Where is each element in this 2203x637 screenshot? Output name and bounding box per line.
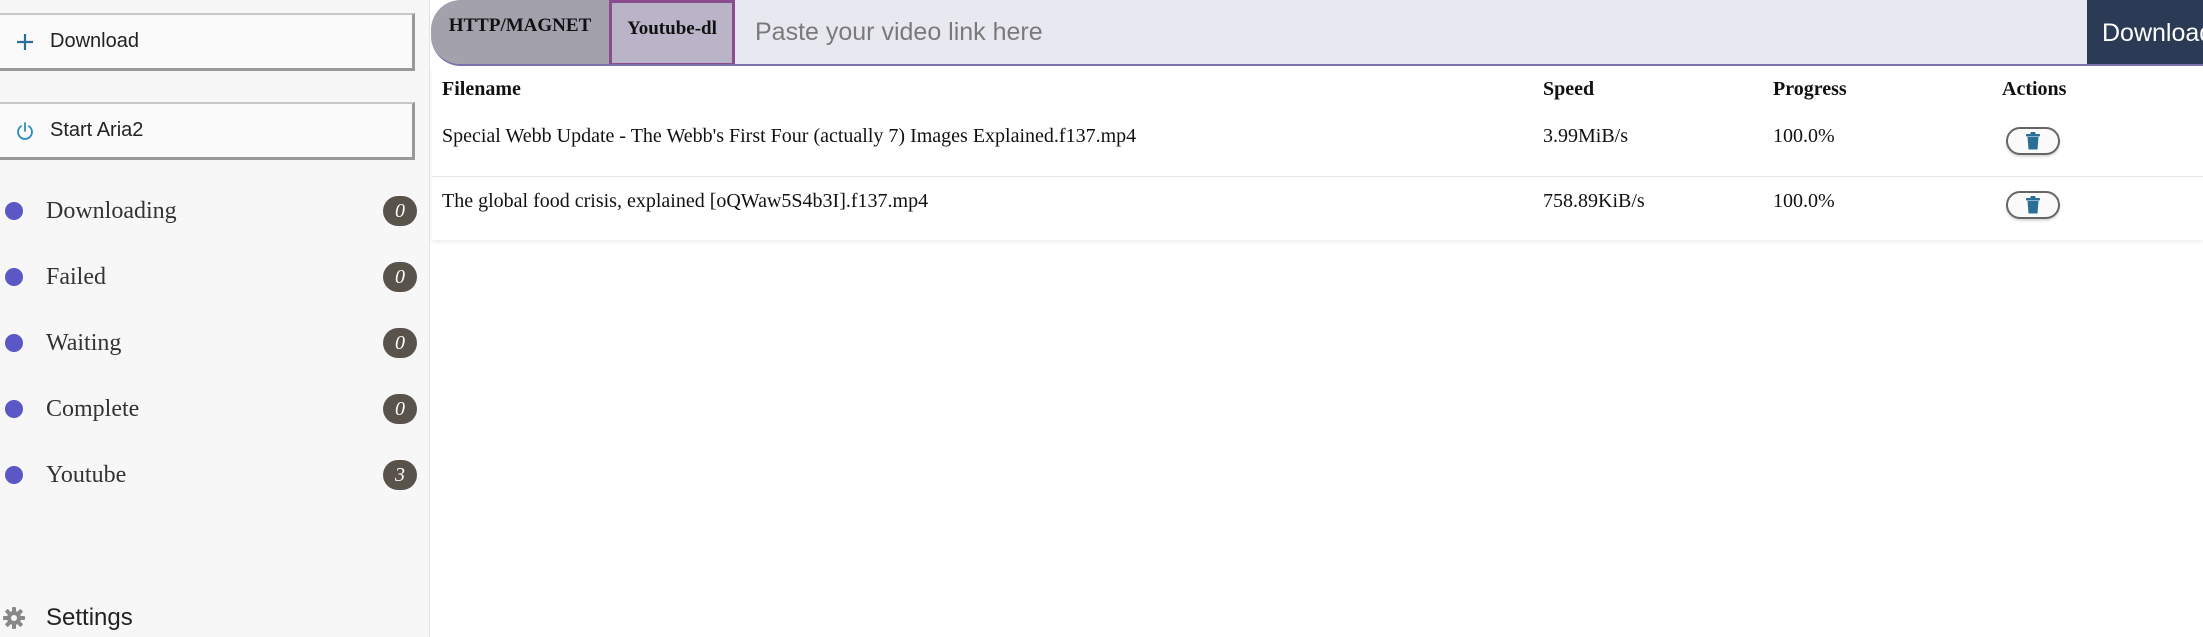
- tab-http-magnet[interactable]: HTTP/MAGNET: [431, 0, 609, 64]
- settings-link[interactable]: Settings: [0, 600, 133, 636]
- start-aria2-button[interactable]: Start Aria2: [0, 102, 415, 160]
- plus-icon: [0, 32, 50, 52]
- filename-cell: The global food crisis, explained [oQWaw…: [432, 175, 1533, 240]
- count-badge: 0: [383, 196, 417, 226]
- status-dot-icon: [5, 334, 23, 352]
- status-dot-icon: [5, 268, 23, 286]
- progress-cell: 100.0%: [1773, 125, 1835, 148]
- sidebar: Download Start Aria2 Downloading 0 Faile…: [0, 0, 430, 637]
- download-button[interactable]: Download: [0, 13, 415, 71]
- filename-cell: Special Webb Update - The Webb's First F…: [442, 125, 1137, 148]
- speed-cell: 758.89KiB/s: [1533, 175, 1763, 240]
- column-header-filename: Filename: [442, 78, 521, 100]
- power-icon: [0, 121, 50, 141]
- status-dot-icon: [5, 400, 23, 418]
- speed-cell: 3.99MiB/s: [1543, 125, 1629, 148]
- start-aria2-label: Start Aria2: [50, 119, 144, 141]
- trash-icon: [2026, 131, 2040, 150]
- sidebar-item-downloading[interactable]: Downloading 0: [0, 178, 430, 244]
- start-download-button[interactable]: Download: [2087, 0, 2203, 64]
- count-badge: 0: [383, 262, 417, 292]
- count-badge: 3: [383, 460, 417, 490]
- status-dot-icon: [5, 202, 23, 220]
- actions-cell: [1992, 175, 2203, 240]
- column-header-actions: Actions: [2002, 78, 2067, 100]
- status-dot-icon: [5, 466, 23, 484]
- table-row: Special Webb Update - The Webb's First F…: [432, 112, 2203, 176]
- progress-cell: 100.0%: [1763, 175, 1992, 240]
- downloads-table: Filename Speed Progress Actions Special …: [432, 68, 2203, 240]
- sidebar-item-label: Downloading: [46, 197, 177, 224]
- count-badge: 0: [383, 394, 417, 424]
- status-nav: Downloading 0 Failed 0 Waiting 0 Complet…: [0, 178, 430, 508]
- top-bar: HTTP/MAGNET Youtube-dl Download: [431, 0, 2203, 66]
- gear-icon: [0, 606, 28, 630]
- sidebar-item-label: Youtube: [46, 461, 127, 488]
- delete-button[interactable]: [2006, 126, 2060, 155]
- sidebar-item-failed[interactable]: Failed 0: [0, 244, 430, 310]
- actions-cell: [1992, 112, 2203, 176]
- sidebar-item-youtube[interactable]: Youtube 3: [0, 442, 430, 508]
- column-header-progress: Progress: [1773, 78, 1847, 100]
- video-link-input[interactable]: [735, 0, 2087, 64]
- sidebar-item-label: Waiting: [46, 329, 122, 356]
- trash-icon: [2026, 196, 2040, 214]
- table-row: The global food crisis, explained [oQWaw…: [432, 175, 2203, 240]
- sidebar-item-complete[interactable]: Complete 0: [0, 376, 430, 442]
- delete-button[interactable]: [2006, 191, 2060, 220]
- sidebar-item-label: Failed: [46, 263, 106, 290]
- settings-label: Settings: [46, 604, 133, 631]
- table-header-row: Filename Speed Progress Actions: [432, 68, 2203, 112]
- sidebar-item-label: Complete: [46, 395, 140, 422]
- count-badge: 0: [383, 328, 417, 358]
- sidebar-item-waiting[interactable]: Waiting 0: [0, 310, 430, 376]
- tab-youtube-dl[interactable]: Youtube-dl: [609, 0, 735, 64]
- download-button-label: Download: [50, 30, 139, 52]
- column-header-speed: Speed: [1543, 78, 1595, 100]
